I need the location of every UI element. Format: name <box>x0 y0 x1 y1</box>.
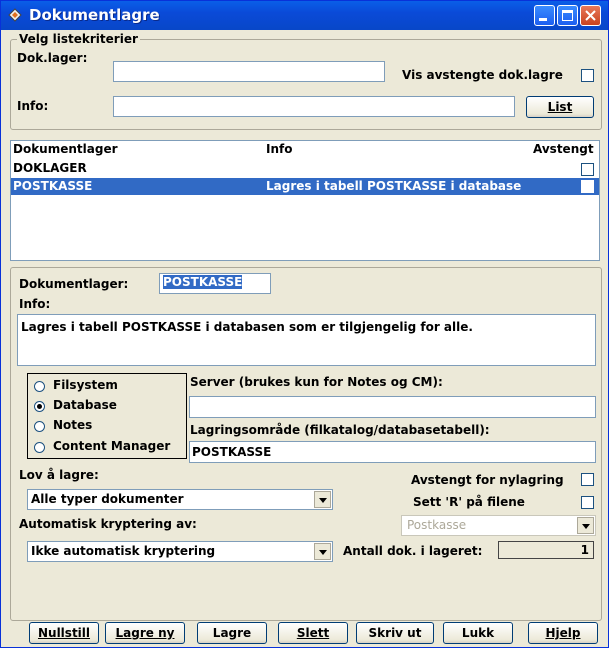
lukk-button[interactable]: Lukk <box>443 622 513 644</box>
lagringsomrade-label: Lagringsområde (filkatalog/databasetabel… <box>190 423 490 437</box>
row-info: Lagres i tabell POSTKASSE i database <box>266 179 522 193</box>
row-dokumentlager: DOKLAGER <box>13 161 87 175</box>
table-header: Dokumentlager Info Avstengt <box>11 141 599 158</box>
detail-info-text: Lagres i tabell POSTKASSE i databasen so… <box>21 320 473 334</box>
avstengt-nylagring-checkbox[interactable] <box>581 473 594 486</box>
vis-avstengte-checkbox[interactable] <box>581 69 594 82</box>
sett-r-label: Sett 'R' på filene <box>413 495 525 509</box>
radio-database-label[interactable]: Database <box>53 398 117 412</box>
lagre-ny-button-label: Lagre ny <box>115 626 175 640</box>
close-icon[interactable] <box>580 5 601 26</box>
detail-info-textarea[interactable]: Lagres i tabell POSTKASSE i databasen so… <box>17 314 596 366</box>
lov-label: Lov å lagre: <box>19 468 99 482</box>
chevron-down-icon[interactable] <box>314 543 331 560</box>
slett-button-label: Slett <box>296 626 330 640</box>
radio-notes-label[interactable]: Notes <box>53 418 92 432</box>
lov-value: Alle typer dokumenter <box>31 492 184 506</box>
avstengt-nylagring-label: Avstengt for nylagring <box>411 473 564 487</box>
lagre-button-label: Lagre <box>212 626 252 640</box>
doklager-label: Dok.lager: <box>17 51 88 65</box>
criteria-group-label: Velg listekriterier <box>17 32 140 46</box>
table-row[interactable]: DOKLAGER <box>11 160 599 177</box>
kryptering-value: Ikke automatisk kryptering <box>31 544 216 558</box>
radio-notes[interactable] <box>34 421 45 432</box>
minimize-icon[interactable] <box>534 5 555 26</box>
lov-select[interactable]: Alle typer dokumenter <box>27 489 333 510</box>
row-avstengt-checkbox[interactable] <box>581 180 594 193</box>
dokumentlager-value: POSTKASSE <box>163 275 243 289</box>
postkasse-value: Postkasse <box>407 518 467 532</box>
hjelp-button-label: Hjelp <box>545 626 581 640</box>
criteria-info-input[interactable] <box>113 96 515 117</box>
row-avstengt-checkbox[interactable] <box>581 163 594 176</box>
nullstill-button-label: Nullstill <box>37 626 91 640</box>
sett-r-checkbox[interactable] <box>581 496 594 509</box>
server-input[interactable] <box>189 396 596 418</box>
antall-field: 1 <box>498 541 594 559</box>
dokumentlagre-window: Dokumentlagre Velg listekriterier Dok.la… <box>0 0 609 648</box>
postkasse-select: Postkasse <box>401 515 596 536</box>
chevron-down-icon <box>577 517 594 534</box>
nullstill-button[interactable]: Nullstill <box>29 622 99 644</box>
dokumentlager-table[interactable]: Dokumentlager Info Avstengt DOKLAGER POS… <box>10 140 600 261</box>
radio-content-manager-label[interactable]: Content Manager <box>53 439 170 453</box>
criteria-info-label: Info: <box>17 99 49 113</box>
antall-value: 1 <box>580 543 589 557</box>
radio-filsystem-label[interactable]: Filsystem <box>53 378 118 392</box>
column-header-info[interactable]: Info <box>266 142 292 156</box>
lagringsomrade-input[interactable]: POSTKASSE <box>189 441 596 463</box>
radio-filsystem[interactable] <box>34 381 45 392</box>
lagre-button[interactable]: Lagre <box>197 622 267 644</box>
antall-label: Antall dok. i lageret: <box>343 544 483 558</box>
lagringsomrade-value: POSTKASSE <box>192 445 272 459</box>
list-button[interactable]: List <box>526 96 594 118</box>
row-dokumentlager: POSTKASSE <box>13 179 93 193</box>
chevron-down-icon[interactable] <box>314 491 331 508</box>
skriv-ut-button-label: Skriv ut <box>368 626 422 640</box>
server-label: Server (brukes kun for Notes og CM): <box>190 375 443 389</box>
column-header-avstengt[interactable]: Avstengt <box>533 142 594 156</box>
lagre-ny-button[interactable]: Lagre ny <box>105 622 185 644</box>
list-button-label: List <box>547 100 573 114</box>
app-icon <box>8 8 22 22</box>
vis-avstengte-label: Vis avstengte dok.lagre <box>402 68 563 82</box>
hjelp-button[interactable]: Hjelp <box>528 622 598 644</box>
radio-database[interactable] <box>34 401 45 412</box>
column-header-dokumentlager[interactable]: Dokumentlager <box>13 142 118 156</box>
lukk-button-label: Lukk <box>461 626 495 640</box>
skriv-ut-button[interactable]: Skriv ut <box>356 622 434 644</box>
maximize-icon[interactable] <box>557 5 578 26</box>
table-row-selected[interactable]: POSTKASSE Lagres i tabell POSTKASSE i da… <box>11 178 599 195</box>
kryptering-label: Automatisk kryptering av: <box>19 517 197 531</box>
detail-info-label: Info: <box>19 297 51 311</box>
doklager-input[interactable] <box>113 61 385 82</box>
radio-content-manager[interactable] <box>34 442 45 453</box>
dokumentlager-label: Dokumentlager: <box>19 277 129 291</box>
kryptering-select[interactable]: Ikke automatisk kryptering <box>27 541 333 562</box>
dokumentlager-input[interactable]: POSTKASSE <box>159 273 271 294</box>
window-title: Dokumentlagre <box>29 6 160 24</box>
slett-button[interactable]: Slett <box>278 622 348 644</box>
title-bar[interactable]: Dokumentlagre <box>1 1 608 30</box>
